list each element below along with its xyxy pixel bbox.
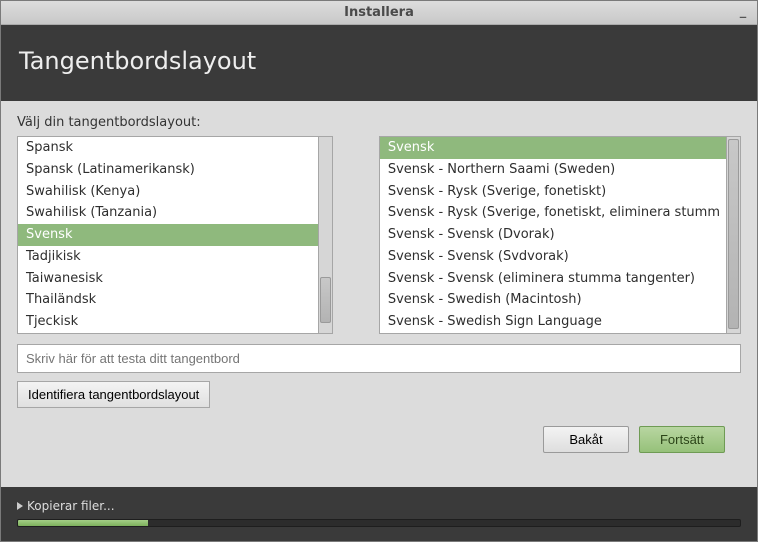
installer-window: Installera _ Tangentbordslayout Välj din… bbox=[0, 0, 758, 542]
language-list-item[interactable]: Spansk bbox=[18, 137, 318, 159]
titlebar[interactable]: Installera _ bbox=[1, 1, 757, 25]
progress-fill bbox=[18, 520, 148, 526]
page-title: Tangentbordslayout bbox=[19, 47, 739, 75]
language-list-item[interactable]: Spansk (Latinamerikansk) bbox=[18, 159, 318, 181]
variant-list-item[interactable]: Svensk - Swedish Sign Language bbox=[380, 311, 726, 333]
progress-bar bbox=[17, 519, 741, 527]
language-list-item[interactable]: Taiwanesisk bbox=[18, 268, 318, 290]
language-list-item[interactable]: Swahilisk (Tanzania) bbox=[18, 202, 318, 224]
scrollbar[interactable] bbox=[319, 136, 333, 334]
content-area: Välj din tangentbordslayout: SpanskSpans… bbox=[1, 101, 757, 487]
variant-list-item[interactable]: Svensk - Svensk (eliminera stumma tangen… bbox=[380, 268, 726, 290]
variant-list-item[interactable]: Svensk - Northern Saami (Sweden) bbox=[380, 159, 726, 181]
layout-prompt: Välj din tangentbordslayout: bbox=[17, 115, 741, 130]
variant-list[interactable]: SvenskSvensk - Northern Saami (Sweden)Sv… bbox=[379, 136, 727, 334]
window-title: Installera bbox=[344, 5, 414, 20]
variant-list-item[interactable]: Svensk - Rysk (Sverige, fonetiskt, elimi… bbox=[380, 202, 726, 224]
language-list-item[interactable]: Tjeckisk bbox=[18, 311, 318, 333]
footer: Kopierar filer... bbox=[1, 487, 757, 541]
layout-lists: SpanskSpansk (Latinamerikansk)Swahilisk … bbox=[17, 136, 741, 334]
nav-buttons: Bakåt Fortsätt bbox=[17, 408, 741, 465]
language-list[interactable]: SpanskSpansk (Latinamerikansk)Swahilisk … bbox=[17, 136, 319, 334]
minimize-icon[interactable]: _ bbox=[735, 5, 751, 19]
keyboard-test-input[interactable] bbox=[17, 344, 741, 373]
continue-button[interactable]: Fortsätt bbox=[639, 426, 725, 453]
scrollbar[interactable] bbox=[727, 136, 741, 334]
back-button[interactable]: Bakåt bbox=[543, 426, 629, 453]
language-list-item[interactable]: Swahilisk (Kenya) bbox=[18, 181, 318, 203]
language-list-wrap: SpanskSpansk (Latinamerikansk)Swahilisk … bbox=[17, 136, 333, 334]
variant-list-item[interactable]: Svensk bbox=[380, 137, 726, 159]
scrollbar-thumb[interactable] bbox=[728, 139, 739, 329]
variant-list-item[interactable]: Svensk - Svensk (Svdvorak) bbox=[380, 246, 726, 268]
footer-status-text: Kopierar filer... bbox=[27, 499, 115, 513]
footer-status-row[interactable]: Kopierar filer... bbox=[17, 499, 741, 513]
variant-list-item[interactable]: Svensk - Rysk (Sverige, fonetiskt) bbox=[380, 181, 726, 203]
language-list-item[interactable]: Tadjikisk bbox=[18, 246, 318, 268]
page-header: Tangentbordslayout bbox=[1, 25, 757, 101]
detect-layout-button[interactable]: Identifiera tangentbordslayout bbox=[17, 381, 210, 408]
scrollbar-thumb[interactable] bbox=[320, 277, 331, 323]
variant-list-item[interactable]: Svensk - Swedish (Macintosh) bbox=[380, 289, 726, 311]
variant-list-wrap: SvenskSvensk - Northern Saami (Sweden)Sv… bbox=[379, 136, 741, 334]
language-list-item[interactable]: Svensk bbox=[18, 224, 318, 246]
variant-list-item[interactable]: Svensk - Svensk (Dvorak) bbox=[380, 224, 726, 246]
expand-icon bbox=[17, 502, 23, 510]
language-list-item[interactable]: Thailändsk bbox=[18, 289, 318, 311]
